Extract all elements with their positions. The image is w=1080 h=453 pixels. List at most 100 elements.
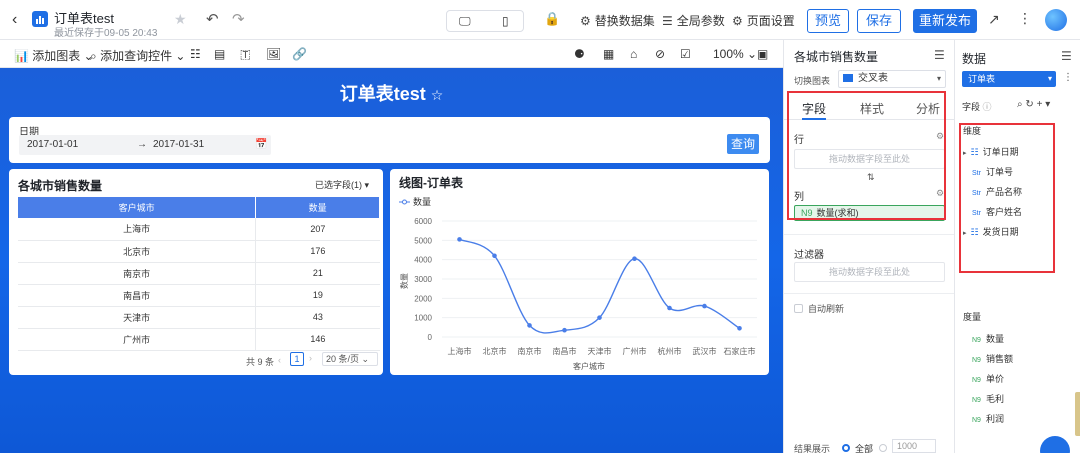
cross-table: 客户城市 数量 上海市 207 北京市 176 南京市 21 南昌市 19 天津市 43 … <box>18 197 380 351</box>
save-button[interactable]: 保存 <box>857 9 901 33</box>
republish-button[interactable]: 重新发布 <box>913 9 977 33</box>
add-chart-button[interactable]: 📊 添加图表 ⌄ <box>14 47 94 64</box>
filter-drop-zone[interactable]: 拖动数据字段至此处 <box>794 262 945 282</box>
table-cell: 广州市 <box>18 328 257 351</box>
y-tick-label: 6000 <box>414 217 432 226</box>
calendar-icon: 📅 <box>255 139 268 150</box>
chevron-down-icon[interactable]: ▾ <box>1045 99 1050 110</box>
table-row: 广州市 146 <box>18 328 380 351</box>
lock-icon[interactable]: 🔒 <box>544 11 560 27</box>
zoom-select[interactable]: 100% ⌄ <box>713 47 757 61</box>
global-params-button[interactable]: ☰ 全局参数 <box>662 12 725 29</box>
refresh-icon[interactable]: ↻ <box>1025 99 1033 110</box>
redo-icon[interactable]: ↷ <box>232 10 245 28</box>
divider <box>784 293 955 294</box>
measure-name: 毛利 <box>985 394 1004 404</box>
more-icon[interactable]: ⋮ <box>1018 10 1032 27</box>
data-point[interactable] <box>492 253 497 259</box>
add-chart-label: 添加图表 <box>32 49 81 63</box>
preview-button[interactable]: 预览 <box>807 9 849 33</box>
data-point[interactable] <box>527 323 532 328</box>
measure-item[interactable]: N9 毛利 <box>963 392 1004 405</box>
data-point[interactable] <box>702 303 707 309</box>
data-point[interactable] <box>632 256 637 261</box>
undo-icon[interactable]: ↶ <box>206 10 219 28</box>
clear-icon[interactable]: ⊘ <box>655 47 665 61</box>
text-component-icon[interactable]: 🇹 <box>240 47 251 62</box>
selected-fields-label: 已选字段(1) <box>315 180 362 190</box>
data-point[interactable] <box>597 315 602 320</box>
date-range-input[interactable]: 2017-01-01 → 2017-01-31 📅 <box>19 135 271 155</box>
check-icon[interactable]: ☑ <box>680 47 691 61</box>
add-icon[interactable]: + <box>1037 99 1043 110</box>
device-toggle: 🖵 ▯ <box>446 10 524 32</box>
collapse-icon[interactable]: ☰ <box>934 48 945 62</box>
data-panel-collapse-icon[interactable]: ☰ <box>1061 49 1072 63</box>
measure-name: 数量 <box>985 334 1004 344</box>
table-icon[interactable]: ▦ <box>603 47 614 61</box>
field-tools: ⌕ ↻ + ▾ <box>1017 99 1050 110</box>
table-header-city[interactable]: 客户城市 <box>18 197 257 218</box>
tab-component-icon[interactable]: ▤ <box>214 47 225 61</box>
config-title: 各城市销售数量 <box>794 50 879 64</box>
result-all-radio[interactable] <box>842 444 850 452</box>
layout-icon[interactable]: ▣ <box>757 47 768 61</box>
table-row: 上海市 207 <box>18 218 380 241</box>
line-chart[interactable]: 线图-订单表 数量 0 1000 2000 3000 4000 5000 6000 上海市 北… <box>390 169 769 375</box>
desktop-icon[interactable]: 🖵 <box>459 14 471 29</box>
star-outline-icon[interactable]: ☆ <box>431 87 444 103</box>
image-component-icon[interactable]: 🖼 <box>266 47 281 61</box>
table-row: 南昌市 19 <box>18 284 380 307</box>
page-size-select[interactable]: 20 条/页 ⌄ <box>322 352 378 366</box>
data-point[interactable] <box>667 305 672 311</box>
dataset-select[interactable]: 订单表 ▾ <box>962 71 1056 87</box>
auto-refresh-checkbox[interactable] <box>794 304 803 313</box>
replace-dataset-button[interactable]: ⚙ 替换数据集 <box>580 12 655 29</box>
search-icon: ⌕ <box>90 49 97 63</box>
measure-label: 度量 <box>963 312 982 322</box>
prev-page-icon[interactable]: ‹ <box>278 355 281 365</box>
report-canvas: 订单表test ☆ 日期 2017-01-01 → 2017-01-31 📅 查… <box>0 68 783 453</box>
measure-item[interactable]: N9 数量 <box>963 332 1004 345</box>
link-component-icon[interactable]: 🔗 <box>292 47 307 61</box>
data-point[interactable] <box>562 327 567 333</box>
home-icon[interactable]: ⌂ <box>630 47 637 61</box>
favorite-star-icon[interactable]: ★ <box>174 11 187 28</box>
query-button[interactable]: 查询 <box>727 134 759 154</box>
data-source-icon[interactable]: ⚈ <box>574 47 585 61</box>
legend-label[interactable]: 数量 <box>413 196 431 207</box>
chart-type-select[interactable]: 交叉表 ▾ <box>838 70 946 88</box>
page-settings-button[interactable]: ⚙ 页面设置 <box>732 12 795 29</box>
measure-item[interactable]: N9 销售额 <box>963 352 1013 365</box>
next-page-icon[interactable]: › <box>309 353 312 363</box>
search-icon[interactable]: ⌕ <box>1017 99 1023 110</box>
filter-component-icon[interactable]: ☷ <box>190 47 201 61</box>
measure-item[interactable]: N9 利润 <box>963 412 1004 425</box>
dataset-more-icon[interactable]: ⋮ <box>1063 72 1073 83</box>
back-icon[interactable]: ‹ <box>12 11 17 29</box>
replace-dataset-label: 替换数据集 <box>594 14 655 28</box>
side-drawer-tab[interactable] <box>1075 392 1080 436</box>
y-tick-label: 2000 <box>414 294 432 303</box>
legend-marker-dot <box>402 199 407 205</box>
measure-item[interactable]: N9 单价 <box>963 372 1004 385</box>
table-header-qty[interactable]: 数量 <box>255 197 380 218</box>
canvas-title: 订单表test ☆ <box>0 80 783 106</box>
data-point[interactable] <box>457 237 462 242</box>
mobile-icon[interactable]: ▯ <box>502 14 509 28</box>
data-point[interactable] <box>737 326 742 331</box>
measure-name: 销售额 <box>985 354 1013 364</box>
avatar[interactable] <box>1045 9 1067 31</box>
chart-icon: 📊 <box>14 49 29 63</box>
page-settings-label: 页面设置 <box>746 14 795 28</box>
line-chart-card: 线图-订单表 数量 0 1000 2000 3000 4000 5000 6000 上海市 北… <box>390 169 769 375</box>
x-tick-label: 杭州市 <box>658 346 682 356</box>
last-saved-text: 最近保存于09-05 20:43 <box>54 28 158 39</box>
date-filter-card: 日期 2017-01-01 → 2017-01-31 📅 查询 <box>9 117 770 163</box>
share-icon[interactable]: ↗ <box>988 11 1000 28</box>
add-query-button[interactable]: ⌕ 添加查询控件 ⌄ <box>90 47 185 64</box>
selected-fields-dropdown[interactable]: 已选字段(1) ▾ <box>315 178 369 191</box>
result-limit-radio[interactable] <box>879 444 887 452</box>
page-number-button[interactable]: 1 <box>290 352 304 366</box>
result-limit-input[interactable]: 1000 <box>892 439 936 453</box>
